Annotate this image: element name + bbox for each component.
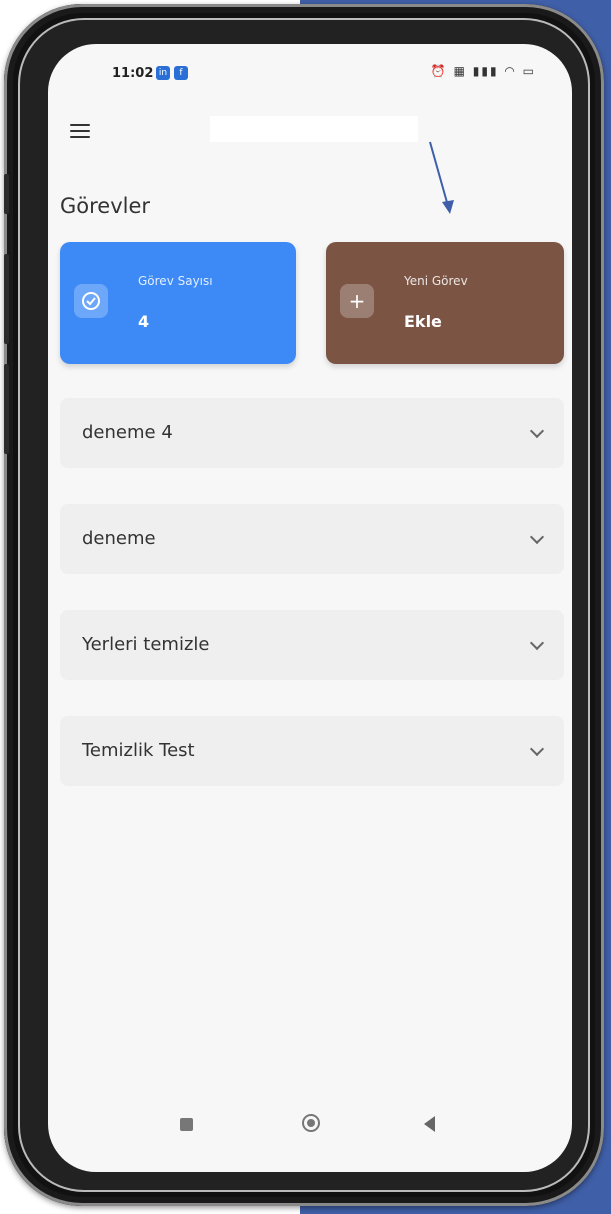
plus-icon: + bbox=[340, 284, 374, 318]
side-button bbox=[4, 364, 9, 454]
task-count-value: 4 bbox=[138, 312, 150, 331]
side-button bbox=[4, 254, 9, 344]
check-circle-icon bbox=[74, 284, 108, 318]
task-label: Yerleri temizle bbox=[82, 634, 210, 655]
chevron-down-icon[interactable] bbox=[529, 741, 545, 757]
hamburger-menu-icon[interactable] bbox=[70, 124, 90, 140]
status-time: 11:02 bbox=[112, 66, 154, 81]
task-item[interactable]: Yerleri temizle bbox=[60, 610, 564, 680]
linkedin-icon: in bbox=[156, 66, 170, 80]
notification-icon: f bbox=[174, 66, 188, 80]
task-label: deneme bbox=[82, 528, 156, 549]
side-button bbox=[4, 174, 9, 214]
app-screen: 11:02 in f ⏰ ▦ ▮▮▮ ◠ ▭ Görevler Görev Sa… bbox=[48, 44, 572, 1172]
annotation-arrow-icon bbox=[429, 141, 454, 214]
chevron-down-icon[interactable] bbox=[529, 635, 545, 651]
back-icon[interactable] bbox=[424, 1116, 435, 1132]
page-title: Görevler bbox=[60, 194, 151, 218]
new-task-button[interactable]: + Yeni Görev Ekle bbox=[326, 242, 564, 364]
home-icon[interactable] bbox=[302, 1114, 320, 1132]
app-title-redacted bbox=[210, 116, 418, 142]
recent-apps-icon[interactable] bbox=[180, 1118, 193, 1131]
new-task-value: Ekle bbox=[404, 312, 442, 331]
chevron-down-icon[interactable] bbox=[529, 529, 545, 545]
android-nav-bar bbox=[48, 1102, 572, 1172]
task-count-label: Görev Sayısı bbox=[138, 274, 213, 288]
task-count-card: Görev Sayısı 4 bbox=[60, 242, 296, 364]
chevron-down-icon[interactable] bbox=[529, 423, 545, 439]
phone-frame: 11:02 in f ⏰ ▦ ▮▮▮ ◠ ▭ Görevler Görev Sa… bbox=[4, 4, 604, 1206]
task-item[interactable]: deneme 4 bbox=[60, 398, 564, 468]
new-task-label: Yeni Görev bbox=[404, 274, 468, 288]
task-item[interactable]: deneme bbox=[60, 504, 564, 574]
task-label: Temizlik Test bbox=[82, 740, 195, 761]
task-label: deneme 4 bbox=[82, 422, 173, 443]
task-item[interactable]: Temizlik Test bbox=[60, 716, 564, 786]
status-icons: ⏰ ▦ ▮▮▮ ◠ ▭ bbox=[430, 64, 536, 78]
status-bar: 11:02 in f ⏰ ▦ ▮▮▮ ◠ ▭ bbox=[48, 44, 572, 104]
